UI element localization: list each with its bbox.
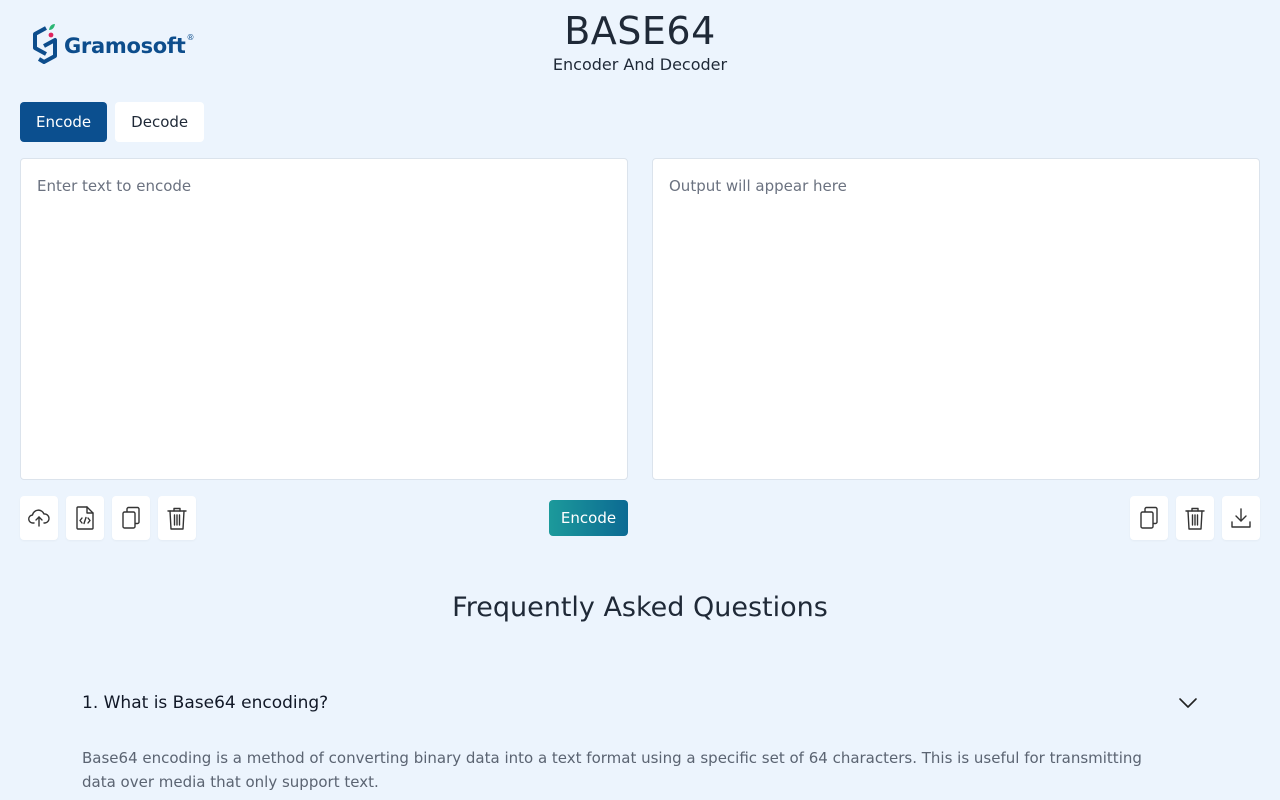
chevron-down-icon — [1179, 698, 1197, 708]
faq-question-row[interactable]: 1. What is Base64 encoding? — [82, 690, 1198, 716]
copy-icon — [122, 506, 140, 529]
input-panel — [20, 158, 628, 480]
download-output-button[interactable] — [1222, 496, 1260, 540]
tab-encode[interactable]: Encode — [20, 102, 108, 142]
copy-icon — [1140, 506, 1158, 529]
upload-button[interactable] — [20, 496, 58, 540]
encode-button[interactable]: Encode — [549, 500, 628, 536]
faq-item[interactable]: 1. What is Base64 encoding? — [82, 690, 1198, 716]
copy-input-button[interactable] — [112, 496, 150, 540]
mode-tabs: Encode Decode — [20, 102, 205, 142]
page-header: BASE64 Encoder And Decoder — [0, 8, 1280, 74]
output-panel — [652, 158, 1260, 480]
download-icon — [1231, 508, 1251, 528]
clear-input-button[interactable] — [158, 496, 196, 540]
faq-question: 1. What is Base64 encoding? — [82, 693, 329, 713]
page-title: BASE64 — [564, 9, 716, 53]
code-file-icon — [76, 506, 94, 530]
clear-output-button[interactable] — [1176, 496, 1214, 540]
faq-title: Frequently Asked Questions — [452, 592, 828, 623]
page-subtitle: Encoder And Decoder — [552, 55, 728, 74]
upload-icon — [28, 509, 50, 527]
trash-icon — [1185, 507, 1205, 530]
tab-decode[interactable]: Decode — [115, 102, 205, 142]
faq-answer: Base64 encoding is a method of convertin… — [82, 749, 1142, 791]
input-textarea[interactable] — [21, 159, 627, 479]
copy-output-button[interactable] — [1130, 496, 1168, 540]
code-file-button[interactable] — [66, 496, 104, 540]
trash-icon — [167, 507, 187, 530]
output-textarea[interactable] — [653, 159, 1259, 479]
